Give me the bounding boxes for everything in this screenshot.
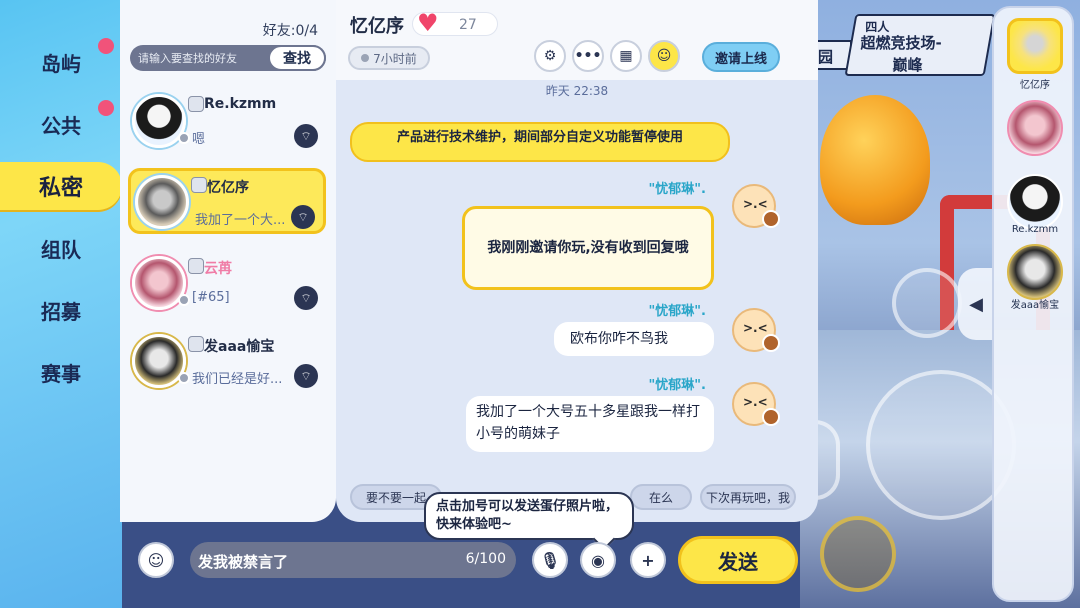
last-seen: 7小时前 [348, 46, 430, 70]
offline-icon: ⌔ [294, 286, 318, 310]
chat-title: 忆亿序 [350, 16, 404, 37]
friend-search[interactable]: 请输入要查找的好友 查找 [130, 45, 326, 71]
recent-friends-rail: 忆亿序 Re.kzmm 发aaa愉宝 [992, 6, 1074, 602]
profile-button[interactable]: ☺ [648, 40, 680, 72]
friend-item-yunran[interactable]: 云苒 [#65] ⌔ [128, 252, 326, 318]
friend-last-message: 我加了一个大... [195, 213, 286, 228]
rail-friend-avatar[interactable] [1007, 100, 1063, 156]
message-bubble: 欧布你咋不鸟我 [554, 322, 714, 356]
nav-recruit[interactable]: 招募 [0, 286, 122, 334]
level-badge-icon [188, 336, 204, 352]
rail-friend-name: Re.kzmm [1011, 224, 1059, 235]
rail-friend-avatar[interactable] [1007, 244, 1063, 300]
add-button[interactable]: + [630, 542, 666, 578]
skill-button[interactable] [820, 516, 896, 592]
game-mode-banner: 四人 超燃竞技场- 巅峰 [844, 14, 996, 76]
maintenance-notice: 产品进行技术维护，期间部分自定义功能暂停使用 [350, 122, 730, 162]
char-count: 6/100 [465, 551, 506, 567]
sender-name: "忧郁琳". [648, 182, 707, 197]
friend-last-message: [#65] [192, 290, 230, 305]
nav-recruit-label: 招募 [41, 299, 81, 324]
message-input-value[interactable]: 发我被禁言了 [198, 551, 288, 572]
friend-last-message: 我们已经是好... [192, 372, 283, 387]
sender-avatar: >.< [732, 184, 780, 228]
intimacy-badge: ♥ 27 [412, 9, 498, 37]
friend-name: Re.kzmm [204, 96, 277, 112]
offline-icon: ⌔ [294, 364, 318, 388]
friend-item-yiyixu[interactable]: 忆亿序 我加了一个大... ⌔ [128, 168, 326, 234]
invite-online-button[interactable]: 邀请上线 [702, 42, 780, 72]
friend-count: 好友:0/4 [262, 23, 318, 39]
send-button[interactable]: 发送 [678, 536, 798, 584]
sender-avatar: >.< [732, 382, 780, 426]
quick-reply[interactable]: 在么 [630, 484, 692, 510]
chat-settings-button[interactable]: ⚙ [534, 40, 566, 72]
nav-events-label: 赛事 [41, 361, 81, 386]
emoji-button[interactable]: ◉ [580, 542, 616, 578]
sender-name: "忧郁琳". [648, 378, 707, 393]
friends-panel: 好友:0/4 请输入要查找的好友 查找 Re.kzmm 嗯 ⌔ 忆亿序 我加了一… [120, 0, 336, 522]
friend-last-message: 嗯 [192, 132, 206, 147]
sender-name: "忧郁琳". [648, 304, 707, 319]
friend-item-faaayubao[interactable]: 发aaa愉宝 我们已经是好... ⌔ [128, 330, 326, 396]
nav-events[interactable]: 赛事 [0, 348, 122, 396]
heart-icon: ♥ [417, 9, 439, 37]
message-bubble-invite: 我刚刚邀请你玩,没有收到回复哦 [462, 206, 714, 290]
input-bar: ☺ 发我被禁言了 6/100 🎙 ◉ + 发送 [122, 530, 802, 590]
avatar [135, 175, 189, 229]
online-status [178, 132, 190, 144]
sender-avatar: >.< [732, 308, 780, 352]
emote-button[interactable] [892, 268, 962, 338]
level-badge-icon [188, 258, 204, 274]
level-badge-icon [188, 96, 204, 112]
nav-team-label: 组队 [41, 237, 81, 262]
more-options-button[interactable]: ••• [572, 40, 604, 72]
rail-friend-name: 发aaa愉宝 [1010, 300, 1060, 311]
nav-island-label: 岛屿 [41, 51, 81, 76]
quick-reply[interactable]: 下次再玩吧，我 [700, 484, 796, 510]
nav-public-label: 公共 [41, 113, 81, 138]
nav-private-label: 私密 [38, 176, 83, 201]
message-bubble: 我加了一个大号五十多星跟我一样打小号的萌妹子 [466, 396, 714, 452]
microphone-button[interactable]: 🎙 [532, 542, 568, 578]
translate-button[interactable]: ☺ [138, 542, 174, 578]
offline-icon: ⌔ [291, 205, 315, 229]
online-status [178, 294, 190, 306]
offline-icon: ⌔ [294, 124, 318, 148]
rail-friend-avatar[interactable] [1007, 18, 1063, 74]
rail-friend-avatar[interactable] [1007, 174, 1063, 230]
nav-team[interactable]: 组队 [0, 224, 122, 272]
chat-panel: 忆亿序 ♥ 27 7小时前 ⚙ ••• ▦ ☺ 邀请上线 昨天 22:38 产品… [336, 0, 818, 522]
friend-name: 发aaa愉宝 [204, 339, 275, 355]
friend-name: 忆亿序 [207, 180, 249, 196]
channel-nav: 岛屿 公共 私密 组队 招募 赛事 [0, 0, 122, 608]
rail-friend-name: 忆亿序 [1020, 80, 1050, 91]
nav-private[interactable]: 私密 [0, 162, 122, 210]
friend-item-rekzmm[interactable]: Re.kzmm 嗯 ⌔ [128, 90, 326, 156]
mushroom-prop [820, 95, 930, 225]
gift-button[interactable]: ▦ [610, 40, 642, 72]
message-input[interactable]: 发我被禁言了 6/100 [190, 542, 516, 578]
nav-island-dot [98, 38, 114, 54]
banner-line2: 超燃竞技场- [860, 34, 942, 52]
online-status [178, 372, 190, 384]
chat-header: 忆亿序 ♥ 27 7小时前 ⚙ ••• ▦ ☺ 邀请上线 [336, 0, 818, 80]
intimacy-value: 27 [459, 17, 477, 33]
nav-public-dot [98, 100, 114, 116]
search-input[interactable]: 请输入要查找的好友 [138, 50, 237, 66]
collapse-rail-button[interactable]: ◀ [958, 268, 994, 340]
search-button[interactable]: 查找 [268, 45, 326, 71]
message-timestamp: 昨天 22:38 [545, 84, 609, 98]
friend-name: 云苒 [204, 261, 232, 277]
banner-line3: 巅峰 [892, 56, 923, 74]
level-badge-icon [191, 177, 207, 193]
